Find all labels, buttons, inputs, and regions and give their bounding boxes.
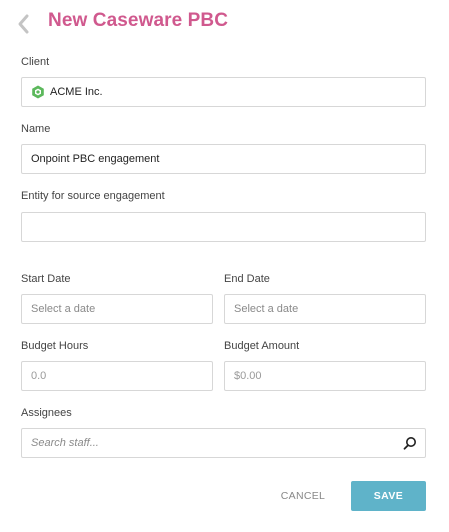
budget-amount-label: Budget Amount: [224, 340, 300, 352]
header: New Caseware PBC: [0, 0, 449, 46]
end-date-field[interactable]: [224, 294, 426, 324]
entity-input[interactable]: [22, 213, 425, 241]
budget-hours-field[interactable]: [21, 361, 213, 391]
client-label: Client: [21, 56, 50, 68]
start-date-label: Start Date: [21, 273, 71, 285]
budget-hours-label: Budget Hours: [21, 340, 89, 352]
name-label: Name: [21, 123, 51, 135]
start-date-field[interactable]: [21, 294, 213, 324]
budget-hours-input[interactable]: [22, 362, 212, 390]
cancel-button[interactable]: CANCEL: [268, 481, 338, 511]
entity-label: Entity for source engagement: [21, 190, 165, 202]
hexagon-icon: [31, 85, 45, 99]
end-date-input[interactable]: [225, 295, 425, 323]
client-field[interactable]: ACME Inc.: [21, 77, 426, 107]
entity-field[interactable]: [21, 212, 426, 242]
start-date-input[interactable]: [22, 295, 212, 323]
name-input[interactable]: [22, 145, 425, 173]
assignees-search-field[interactable]: [21, 428, 426, 458]
assignees-search-input[interactable]: [22, 429, 425, 457]
search-icon[interactable]: [403, 436, 417, 450]
client-value: ACME Inc.: [50, 86, 103, 98]
end-date-label: End Date: [224, 273, 270, 285]
save-button[interactable]: SAVE: [351, 481, 426, 511]
chevron-left-icon[interactable]: [14, 12, 34, 36]
name-field[interactable]: [21, 144, 426, 174]
assignees-label: Assignees: [21, 407, 72, 419]
budget-amount-field[interactable]: [224, 361, 426, 391]
budget-amount-input[interactable]: [225, 362, 425, 390]
page-title: New Caseware PBC: [48, 10, 229, 31]
